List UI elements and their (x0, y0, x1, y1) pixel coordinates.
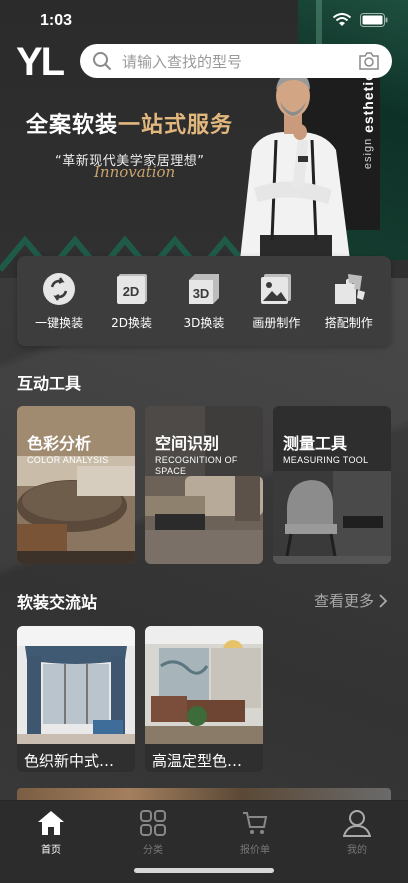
search-bar[interactable]: 请输入查找的型号 (80, 44, 392, 78)
tab-label: 首页 (41, 845, 61, 856)
album-icon (261, 273, 292, 304)
tool-matching[interactable]: 搭配制作 (315, 272, 383, 331)
3d-glyph: 3D (193, 286, 210, 301)
exchange-item-image (17, 626, 135, 744)
card-color-analysis[interactable]: 色彩分析 COLOR ANALYSIS (17, 406, 135, 564)
card-space-recognition[interactable]: 空间识别 RECOGNITION OF SPACE (145, 406, 263, 564)
view-more-link[interactable]: 查看更多 (314, 590, 388, 611)
tool-label: 搭配制作 (324, 315, 373, 330)
status-icons (332, 13, 388, 27)
quick-tools-panel: 一键换装 2D 2D换装 3D 3D换装 画册制作 搭配制作 (17, 256, 391, 346)
card-measuring-tool[interactable]: 测量工具 MEASURING TOOL (273, 406, 391, 564)
2d-glyph: 2D (122, 284, 139, 299)
exchange-item[interactable]: 色织新中式… (17, 626, 135, 772)
interactive-tools-title: 互动工具 (17, 374, 82, 393)
card-title: 色彩分析 (27, 434, 92, 453)
tab-profile[interactable]: 我的 (317, 801, 397, 883)
camera-icon[interactable] (358, 51, 380, 71)
exchange-item-image (145, 626, 263, 744)
swap-icon (43, 272, 76, 305)
card-subtitle: COLOR ANALYSIS (27, 455, 109, 465)
tool-album-making[interactable]: 画册制作 (242, 272, 310, 331)
tool-2d-swap[interactable]: 2D 2D换装 (98, 272, 166, 331)
tab-label: 我的 (347, 845, 367, 856)
card-title: 空间识别 (155, 434, 220, 453)
cart-icon (243, 812, 268, 834)
hero-vertical-text: esign esthetic (360, 72, 376, 169)
tool-label: 2D换装 (111, 315, 153, 330)
exchange-item-label: 高温定型色… (152, 752, 243, 770)
status-time: 1:03 (40, 12, 73, 29)
grid-icon (140, 810, 166, 836)
exchange-item[interactable]: 高温定型色… (145, 626, 263, 772)
chevron-right-icon (379, 593, 388, 608)
search-icon (93, 52, 112, 71)
tool-one-click-swap[interactable]: 一键换装 (25, 272, 93, 331)
home-indicator (134, 868, 274, 873)
tab-label: 分类 (143, 845, 163, 856)
brand-logo[interactable]: YL (16, 42, 65, 82)
tab-home[interactable]: 首页 (11, 801, 91, 883)
user-icon (343, 810, 371, 837)
hero-title-main: 全案软装 (26, 113, 119, 138)
wifi-icon (332, 13, 352, 26)
home-icon (38, 811, 64, 835)
tab-label: 报价单 (240, 845, 270, 856)
tool-label: 3D换装 (183, 315, 225, 330)
card-title: 测量工具 (283, 434, 348, 453)
hero-script-text: Innovation (94, 163, 176, 181)
hero-vertical-big: esthetic (360, 72, 376, 133)
card-subtitle: MEASURING TOOL (283, 455, 369, 465)
battery-icon (360, 13, 388, 27)
card-subtitle: RECOGNITION OF SPACE (155, 455, 238, 476)
exchange-item-label: 色织新中式… (24, 752, 115, 770)
2d-icon: 2D (116, 273, 147, 304)
hero-model-image (240, 73, 350, 260)
hero-title-accent: 一站式服务 (118, 113, 234, 138)
exchange-section-title: 软装交流站 (17, 593, 98, 612)
puzzle-icon (334, 273, 365, 304)
tool-label: 一键换装 (35, 315, 84, 330)
hero-vertical-small: esign (362, 137, 374, 170)
hero-title: 全案软装一站式服务 (26, 107, 233, 139)
search-placeholder[interactable]: 请输入查找的型号 (122, 51, 242, 72)
tool-3d-swap[interactable]: 3D 3D换装 (170, 272, 238, 331)
3d-icon: 3D (188, 273, 219, 304)
tool-label: 画册制作 (252, 315, 301, 330)
status-bar: 1:03 (0, 0, 408, 42)
view-more-label[interactable]: 查看更多 (314, 590, 374, 611)
